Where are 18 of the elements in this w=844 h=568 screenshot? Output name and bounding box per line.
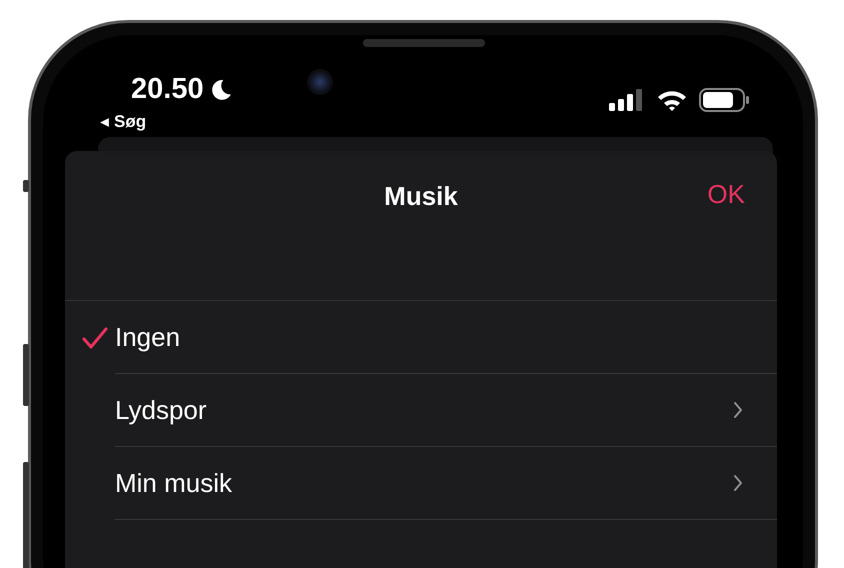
option-row[interactable]: Min musik <box>65 447 777 520</box>
back-arrow-icon <box>99 116 110 128</box>
moon-icon <box>210 78 232 100</box>
option-row[interactable]: Ingen <box>65 301 777 374</box>
option-row[interactable]: Lydspor <box>65 374 777 447</box>
back-link[interactable]: Søg <box>99 112 232 132</box>
wifi-icon <box>657 89 687 111</box>
status-time: 20.50 <box>131 73 204 106</box>
option-label: Lydspor <box>115 394 207 426</box>
option-label: Min musik <box>115 468 232 498</box>
camera-icon <box>307 69 333 95</box>
option-label: Ingen <box>115 322 180 352</box>
chevron-icon <box>733 474 743 492</box>
signal-icon <box>609 89 645 111</box>
chevron-icon <box>733 401 743 419</box>
sheet-title: Musik <box>384 181 458 212</box>
ok-button[interactable]: OK <box>707 179 745 210</box>
battery-icon <box>699 88 751 112</box>
